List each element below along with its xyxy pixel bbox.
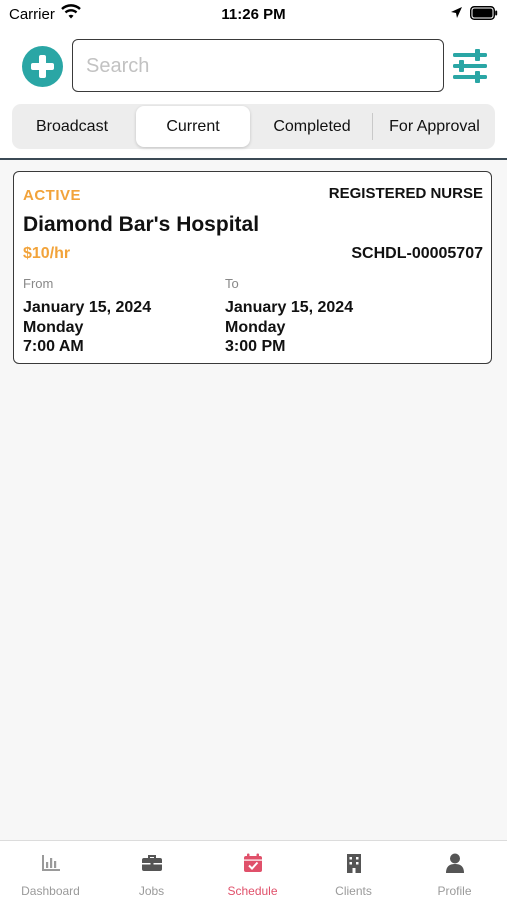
battery-icon	[470, 6, 498, 25]
to-date: January 15, 2024	[225, 299, 354, 316]
bottom-nav: Dashboard Jobs Schedule Clients Profile	[0, 840, 507, 901]
bar-chart-icon	[42, 855, 60, 871]
person-icon	[446, 853, 464, 873]
from-datetime: January 15, 2024 Monday 7:00 AM	[23, 298, 151, 357]
schedule-tabs: Broadcast Current Completed For Approval	[12, 104, 495, 149]
status-time: 11:26 PM	[221, 6, 286, 23]
from-day: Monday	[23, 318, 84, 336]
job-role: REGISTERED NURSE	[328, 185, 483, 202]
status-bar: Carrier 11:26 PM	[0, 0, 507, 30]
nav-label: Dashboard	[21, 884, 80, 898]
tab-completed[interactable]: Completed	[252, 104, 372, 149]
from-date: January 15, 2024	[23, 299, 152, 316]
to-time: 3:00 PM	[225, 338, 286, 355]
to-datetime: January 15, 2024 Monday 3:00 PM	[225, 298, 353, 357]
tab-for-approval[interactable]: For Approval	[374, 104, 495, 149]
sliders-icon	[453, 49, 487, 83]
schedule-card[interactable]: ACTIVE REGISTERED NURSE Diamond Bar's Ho…	[13, 171, 492, 364]
calendar-check-icon	[244, 853, 262, 872]
nav-label: Jobs	[138, 884, 165, 898]
nav-jobs[interactable]: Jobs	[101, 841, 202, 901]
nav-dashboard[interactable]: Dashboard	[0, 841, 101, 901]
hospital-name: Diamond Bar's Hospital	[23, 213, 260, 236]
nav-label: Clients	[335, 884, 372, 898]
to-label: To	[225, 276, 239, 291]
nav-label: Schedule	[227, 884, 278, 898]
location-arrow-icon	[450, 6, 463, 24]
filter-button[interactable]	[451, 48, 489, 84]
nav-profile[interactable]: Profile	[404, 841, 507, 901]
tab-divider	[372, 113, 373, 140]
tab-broadcast[interactable]: Broadcast	[12, 104, 132, 149]
schedule-id: SCHDL-00005707	[351, 245, 483, 262]
status-badge: ACTIVE	[23, 187, 82, 204]
from-time: 7:00 AM	[23, 338, 84, 355]
building-icon	[347, 854, 361, 873]
add-button[interactable]	[22, 46, 63, 87]
tab-current[interactable]: Current	[136, 106, 250, 147]
briefcase-icon	[142, 855, 162, 871]
search-input[interactable]	[84, 40, 428, 92]
from-label: From	[23, 276, 54, 291]
nav-clients[interactable]: Clients	[303, 841, 404, 901]
hourly-rate: $10/hr	[23, 245, 71, 262]
top-header: Broadcast Current Completed For Approval	[0, 30, 507, 160]
search-field[interactable]	[72, 39, 444, 92]
to-day: Monday	[225, 318, 286, 336]
nav-label: Profile	[437, 884, 472, 898]
nav-schedule[interactable]: Schedule	[202, 841, 303, 901]
